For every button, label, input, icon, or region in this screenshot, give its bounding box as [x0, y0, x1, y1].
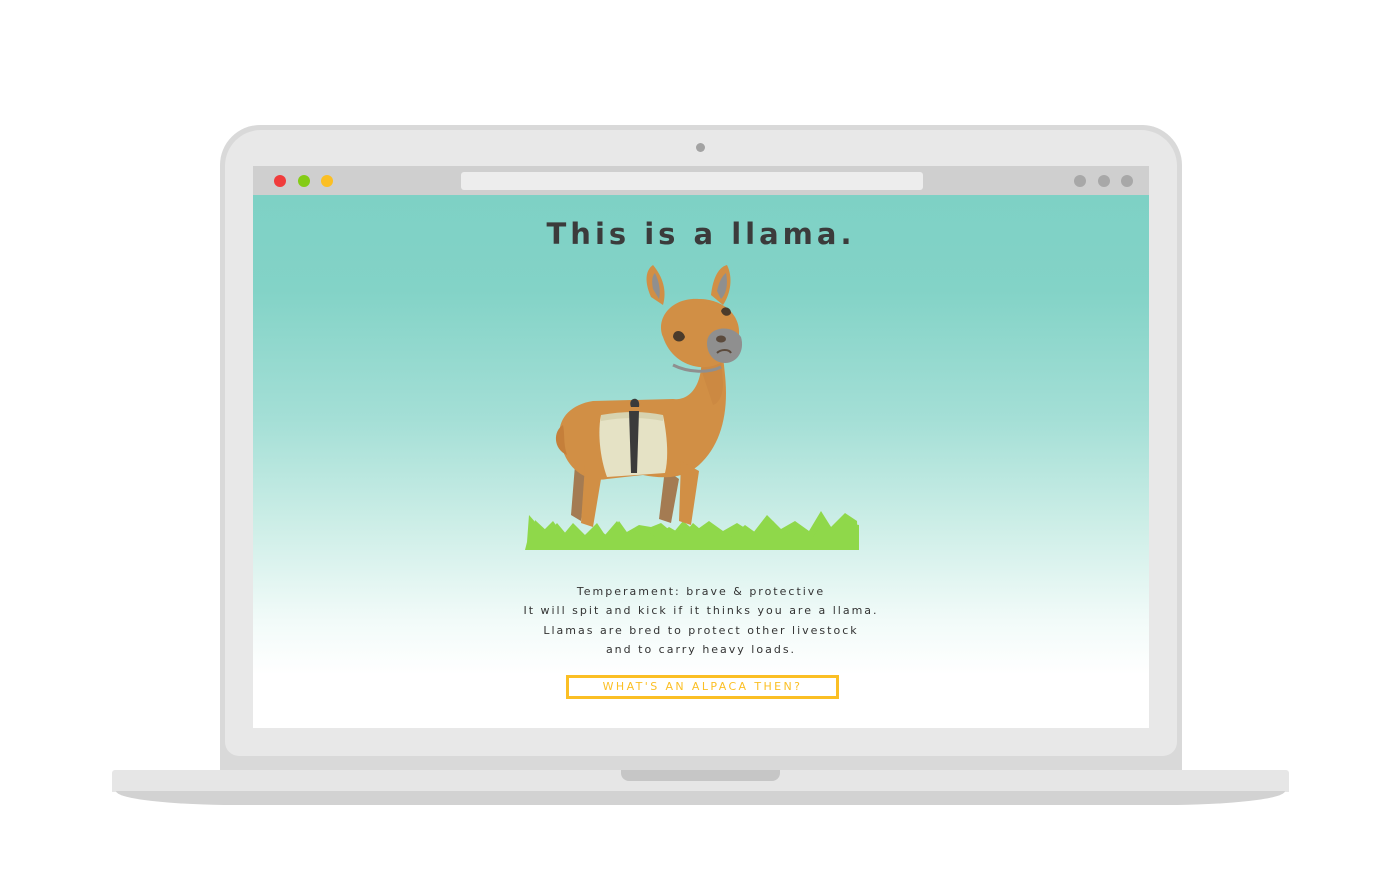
page-title: This is a llama.: [546, 217, 856, 251]
laptop-base-edge: [116, 791, 1285, 805]
alpaca-button[interactable]: WHAT'S AN ALPACA THEN?: [566, 675, 839, 699]
close-dot-icon[interactable]: [274, 175, 286, 187]
description-line: Llamas are bred to protect other livesto…: [543, 623, 859, 637]
browser-window: This is a llama. Temperament: brave & pr…: [253, 166, 1149, 728]
description-line: and to carry heavy loads.: [605, 642, 797, 656]
description-line: It will spit and kick if it thinks you a…: [523, 604, 879, 618]
browser-toolbar: [253, 166, 1149, 195]
page-viewport: This is a llama. Temperament: brave & pr…: [253, 195, 1149, 728]
menu-dot-icon[interactable]: [1098, 175, 1110, 187]
maximize-dot-icon[interactable]: [321, 175, 333, 187]
menu-dot-icon[interactable]: [1121, 175, 1133, 187]
menu-dot-icon[interactable]: [1074, 175, 1086, 187]
description: Temperament: brave & protective It will …: [253, 582, 1149, 659]
laptop-notch: [621, 770, 780, 781]
laptop-mockup: This is a llama. Temperament: brave & pr…: [0, 0, 1400, 890]
camera-icon: [696, 143, 705, 152]
address-bar[interactable]: [461, 172, 923, 190]
description-line: Temperament: brave & protective: [576, 585, 826, 598]
llama-illustration: [525, 265, 859, 550]
minimize-dot-icon[interactable]: [298, 175, 310, 187]
